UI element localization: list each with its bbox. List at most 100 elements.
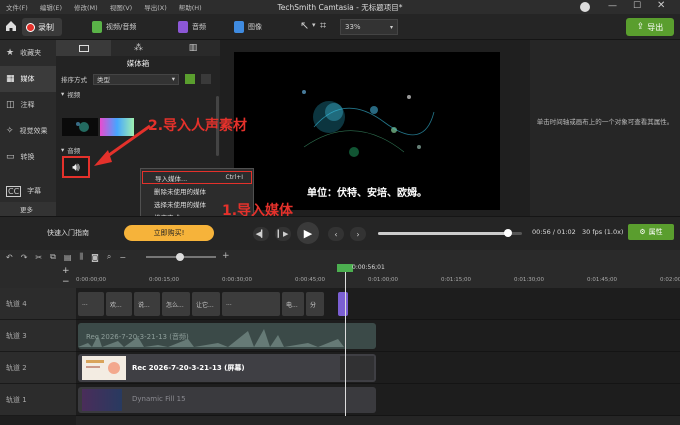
split-icon[interactable]: ⫼ [79,252,83,262]
menu-help[interactable]: 帮助(H) [173,2,208,12]
sidebar-item-transitions[interactable]: ▭ 转换 [0,144,56,170]
play-button[interactable]: ▶ [297,222,319,244]
caption-clip[interactable]: 让它... [192,292,220,316]
maximize-icon[interactable]: ☐ [633,1,641,11]
create-tab-video[interactable]: 视频/音频 [90,18,162,36]
chevron-down-icon: ▾ [389,23,393,31]
buy-now-button[interactable]: 立即购买! [124,225,214,241]
track-lane-4: ... 欢... 说... 怎么... 让它...... 电... 分 [76,288,680,320]
menu-modify[interactable]: 修改(M) [68,2,104,12]
crop-icon[interactable]: ⌗ [320,19,326,33]
audio-clip[interactable]: Rec 2026-7-20-3-21-13 (音频) [78,323,376,349]
sidebar-item-captions[interactable]: CC 字幕 [0,178,56,204]
zoom-select[interactable]: 33% ▾ [340,19,398,35]
close-icon[interactable]: ✕ [657,0,665,11]
ruler-tick-label: 0:01:30;00 [514,277,545,283]
caption-clip[interactable]: 怎么... [162,292,190,316]
sidebar-item-favorites[interactable]: ★ 收藏夹 [0,40,56,66]
sidebar-item-media[interactable]: ▦ 媒体 [0,66,56,92]
tab-stock[interactable]: ▥ [166,40,220,56]
cut-icon[interactable]: ✂ [35,253,42,262]
menu-view[interactable]: 视图(V) [104,2,139,12]
speaker-icon: 🔊︎ [72,159,80,174]
caption-clip[interactable]: ... [78,292,104,316]
zoom-slider[interactable] [146,253,216,261]
step-forward-button[interactable]: ▎▶ [275,227,291,241]
select-tool-icon[interactable]: ↖ [300,19,309,32]
dynamic-fill-clip[interactable]: Dynamic Fill 15 [78,387,376,413]
minimize-icon[interactable]: — [608,1,617,11]
prev-marker-button[interactable]: ‹ [328,227,344,241]
ruler-tick-label: 0:00:15;00 [149,277,180,283]
annotation-arrow-icon [94,124,151,166]
record-button[interactable]: 录制 [22,18,62,36]
track-lane-1: Dynamic Fill 15 [76,384,680,416]
remove-track-icon[interactable]: − [62,277,70,287]
ruler-tick-label: 0:00:00;00 [76,277,107,283]
track-header-1[interactable]: 轨道 1 [0,384,76,416]
audio-clip-label: Rec 2026-7-20-3-21-13 (音频) [86,333,189,341]
tab-media-bin[interactable] [56,40,111,56]
menu-item-delete-unused[interactable]: 删除未使用的媒体 [141,184,253,197]
redo-icon[interactable]: ↷ [21,253,28,262]
progress-fill [378,232,508,235]
track-header-top: + − [0,264,76,288]
create-tab-image[interactable]: 图像 [232,18,282,36]
chevron-down-icon[interactable]: ▾ [312,21,316,29]
playhead-handle[interactable] [337,264,353,272]
grid-view-icon[interactable] [201,74,211,84]
track-header-3[interactable]: 轨道 3 [0,320,76,352]
quick-start-guide-button[interactable]: 快速入门指南 [20,225,116,241]
selected-caption-clip[interactable] [338,292,348,316]
chevron-left-icon: ‹ [334,229,338,239]
progress-knob[interactable] [503,229,512,237]
caption-clip[interactable]: ... [222,292,280,316]
timeline-scrollbar[interactable] [76,416,680,425]
sort-select[interactable]: 类型 ▾ [93,73,179,85]
image-icon [234,21,244,33]
track-header-4[interactable]: 轨道 4 [0,288,76,320]
add-track-icon[interactable]: + [62,266,70,276]
home-icon[interactable] [4,19,18,33]
section-audio[interactable]: ▾ 音频 [61,144,80,156]
ruler-tick-label: 0:00:45;00 [295,277,326,283]
caption-clip[interactable]: 分 [306,292,324,316]
undo-icon[interactable]: ↶ [6,253,13,262]
playback-progress-bar[interactable] [378,229,522,237]
search-icon[interactable]: ⌕ [107,252,111,262]
caption-clip[interactable]: 电... [282,292,304,316]
caption-clip[interactable]: 说... [134,292,160,316]
avatar[interactable] [580,2,590,12]
copy-icon[interactable]: ⧉ [50,252,56,262]
paste-icon[interactable]: ▤ [64,253,72,262]
playhead-line[interactable] [345,272,346,418]
caption-clip-group: ... 欢... 说... 怎么... 让它...... 电... 分 [76,292,376,316]
tab-library[interactable]: ⁂ [111,40,166,56]
caption-clip[interactable]: 欢... [106,292,132,316]
canvas[interactable]: 单位：伏特、安培、欧姆。 [234,52,500,210]
menu-item-import-media[interactable]: 导入媒体... Ctrl+I [142,171,252,184]
menu-edit[interactable]: 编辑(E) [34,2,68,12]
transition-icon: ▭ [6,152,15,162]
sidebar-item-annotations[interactable]: ◫ 注释 [0,92,56,118]
list-view-icon[interactable] [185,74,195,84]
screen-clip[interactable]: Rec 2026-7-20-3-21-13 (屏幕) [78,354,376,382]
export-button[interactable]: ⇪ 导出 [626,18,674,36]
zoom-in-icon[interactable]: + [222,251,230,261]
section-video[interactable]: ▾ 视频 [56,88,220,100]
more-button[interactable]: 更多 [0,202,56,216]
snapshot-icon[interactable]: ◙ [91,253,99,262]
video-audio-icon [92,21,102,33]
next-marker-button[interactable]: › [350,227,366,241]
playhead-time: 0:00:56;01 [352,264,385,271]
step-back-button[interactable]: ◀▎ [253,227,269,241]
menu-export[interactable]: 导出(X) [138,2,173,12]
zoom-slider-knob[interactable] [176,253,184,261]
zoom-out-icon[interactable]: − [119,253,126,262]
sidebar-item-visual-effects[interactable]: ✧ 视觉效果 [0,118,56,144]
menu-file[interactable]: 文件(F) [0,2,34,12]
track-header-2[interactable]: 轨道 2 [0,352,76,384]
properties-button[interactable]: ⚙ 属性 [628,224,674,240]
create-tab-audio[interactable]: 音频 [176,18,226,36]
audio-file-thumbnail[interactable]: 🔊︎ [62,156,90,178]
